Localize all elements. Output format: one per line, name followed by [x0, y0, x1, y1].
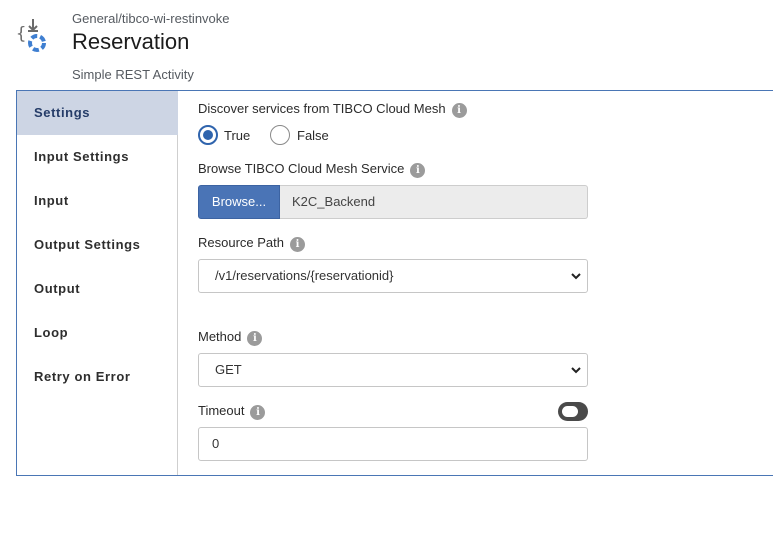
sidebar-item-output[interactable]: Output	[17, 267, 178, 311]
timeout-input[interactable]: 0	[198, 427, 588, 461]
resource-path-select[interactable]: /v1/reservations/{reservationid}	[198, 259, 588, 293]
browse-button[interactable]: Browse...	[198, 185, 280, 219]
rest-invoke-icon: {	[16, 19, 46, 52]
discover-false-radio[interactable]	[270, 125, 290, 145]
timeout-field-label: Timeout i	[198, 403, 266, 420]
method-field-label: Method i	[198, 329, 263, 346]
activity-config-panel: Settings Input Settings Input Output Set…	[16, 90, 773, 476]
info-icon[interactable]: i	[290, 237, 305, 252]
sidebar-item-input[interactable]: Input	[17, 179, 178, 223]
config-sidebar: Settings Input Settings Input Output Set…	[17, 91, 178, 475]
page-subtitle: Simple REST Activity	[72, 67, 194, 82]
svg-text:{: {	[16, 24, 26, 44]
chevron-down-icon	[571, 273, 581, 280]
sidebar-item-retry-on-error[interactable]: Retry on Error	[17, 355, 178, 399]
sidebar-item-settings[interactable]: Settings	[17, 91, 178, 135]
resource-path-label-text: Resource Path	[198, 235, 284, 250]
page-title: Reservation	[72, 29, 190, 54]
discover-label-text: Discover services from TIBCO Cloud Mesh	[198, 101, 446, 116]
discover-true-radio[interactable]	[198, 125, 218, 145]
browse-field-label: Browse TIBCO Cloud Mesh Service i	[198, 161, 426, 178]
info-icon[interactable]: i	[247, 331, 263, 346]
info-icon[interactable]: i	[451, 103, 467, 118]
discover-false-label[interactable]: False	[297, 128, 329, 143]
browse-service-value: K2C_Backend	[280, 185, 588, 219]
sidebar-item-output-settings[interactable]: Output Settings	[17, 223, 178, 267]
resource-path-value: /v1/reservations/{reservationid}	[215, 268, 394, 283]
timeout-label-text: Timeout	[198, 403, 245, 418]
browse-service-group: Browse... K2C_Backend	[198, 185, 588, 219]
info-icon[interactable]: i	[410, 163, 426, 178]
timeout-toggle[interactable]	[558, 402, 588, 421]
browse-label-text: Browse TIBCO Cloud Mesh Service	[198, 161, 405, 176]
breadcrumb: General/tibco-wi-restinvoke	[72, 11, 230, 26]
discover-field-label: Discover services from TIBCO Cloud Mesh i	[198, 101, 467, 118]
sidebar-item-input-settings[interactable]: Input Settings	[17, 135, 178, 179]
method-select[interactable]: GET	[198, 353, 588, 387]
method-value: GET	[215, 362, 242, 377]
chevron-down-icon	[571, 367, 581, 374]
info-icon[interactable]: i	[250, 405, 266, 420]
discover-true-label[interactable]: True	[224, 128, 250, 143]
sidebar-item-loop[interactable]: Loop	[17, 311, 178, 355]
method-label-text: Method	[198, 329, 242, 344]
activity-header: { General/tibco-wi-restinvoke Reservatio…	[0, 0, 773, 90]
resource-path-field-label: Resource Path i	[198, 235, 305, 252]
settings-form: Discover services from TIBCO Cloud Mesh i…	[198, 91, 758, 475]
